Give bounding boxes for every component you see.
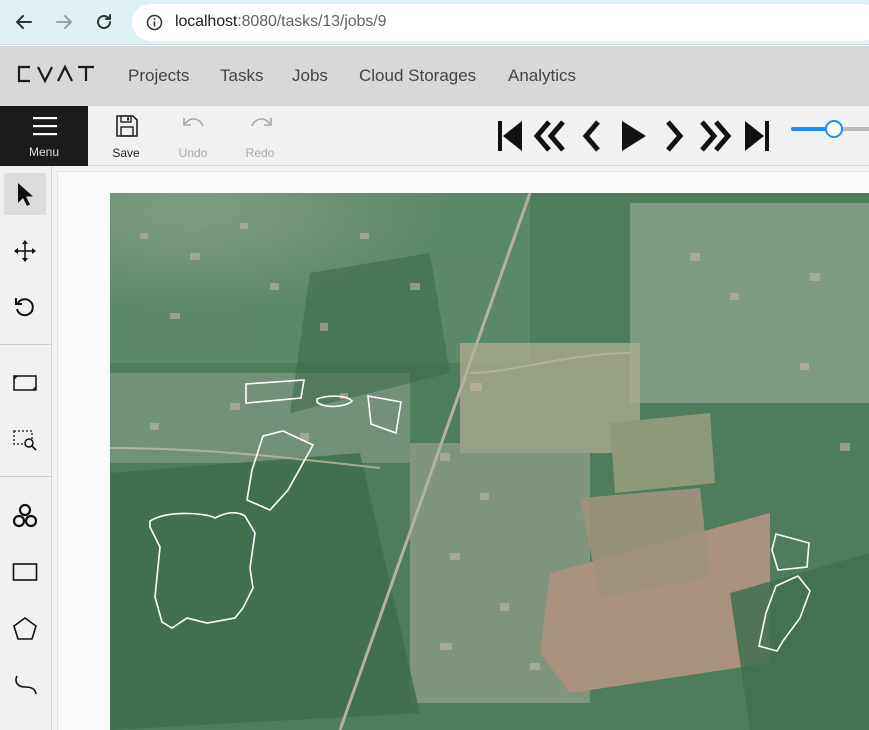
zoom-region-icon — [13, 430, 37, 451]
zoom-region-button[interactable] — [4, 418, 46, 460]
cursor-icon — [18, 183, 33, 206]
menu-label: Menu — [28, 145, 60, 159]
rectangle-tool-button[interactable] — [4, 551, 46, 593]
next-step-button[interactable] — [697, 116, 733, 156]
nav-projects[interactable]: Projects — [128, 66, 189, 86]
back-button[interactable] — [10, 8, 38, 36]
nav-tasks[interactable]: Tasks — [220, 66, 263, 86]
save-label: Save — [112, 146, 140, 160]
cvat-logo-mark — [17, 64, 94, 84]
playback-speed-handle[interactable] — [825, 120, 843, 138]
previous-frame-button[interactable] — [574, 116, 610, 156]
image-frame[interactable] — [110, 193, 869, 730]
rotate-icon — [15, 298, 34, 317]
redo-icon — [251, 118, 272, 127]
undo-icon — [183, 118, 204, 127]
save-button[interactable]: Save — [96, 106, 156, 166]
url-path: :8080/tasks/13/jobs/9 — [237, 13, 387, 30]
url-host: localhost — [175, 13, 238, 30]
first-frame-button[interactable] — [492, 116, 528, 156]
site-info-icon[interactable] — [146, 14, 163, 31]
redo-button[interactable]: Redo — [230, 106, 290, 166]
previous-frame-icon — [582, 120, 600, 152]
last-frame-icon — [745, 121, 769, 151]
browser-toolbar: localhost:8080/tasks/13/jobs/9 — [0, 0, 869, 45]
nav-cloud-storages[interactable]: Cloud Storages — [359, 66, 476, 86]
satellite-image — [110, 193, 869, 730]
address-bar[interactable]: localhost:8080/tasks/13/jobs/9 — [132, 4, 869, 41]
forward-arrow-icon — [56, 15, 72, 29]
opencv-icon — [12, 503, 38, 528]
sidebar-separator — [0, 476, 52, 477]
polyline-tool-button[interactable] — [4, 664, 46, 706]
reload-icon — [97, 14, 111, 29]
nav-jobs[interactable]: Jobs — [292, 66, 328, 86]
forward-button[interactable] — [50, 8, 78, 36]
move-tool-button[interactable] — [4, 230, 46, 272]
app-header: Projects Tasks Jobs Cloud Storages Analy… — [0, 46, 869, 106]
undo-label: Undo — [178, 146, 208, 160]
previous-step-icon — [533, 120, 565, 152]
url-text: localhost:8080/tasks/13/jobs/9 — [175, 13, 386, 31]
back-arrow-icon — [16, 15, 32, 29]
next-frame-button[interactable] — [656, 116, 692, 156]
polyline-icon — [15, 675, 37, 695]
redo-label: Redo — [245, 146, 275, 160]
save-icon — [116, 115, 138, 137]
cursor-tool-button[interactable] — [4, 173, 46, 215]
play-icon — [622, 121, 646, 151]
reload-button[interactable] — [90, 8, 118, 36]
undo-button[interactable]: Undo — [163, 106, 223, 166]
cvat-logo[interactable] — [16, 64, 98, 84]
last-frame-button[interactable] — [739, 116, 775, 156]
move-icon — [14, 240, 36, 262]
play-button[interactable] — [614, 116, 650, 156]
menu-button[interactable]: Menu — [0, 106, 88, 166]
next-frame-icon — [666, 120, 684, 152]
hamburger-icon — [33, 117, 57, 136]
rectangle-icon — [12, 563, 38, 581]
polygon-tool-button[interactable] — [4, 608, 46, 650]
next-step-icon — [700, 120, 732, 152]
first-frame-icon — [498, 121, 522, 151]
polygon-icon — [13, 617, 37, 640]
fit-image-button[interactable] — [4, 362, 46, 404]
annotation-toolbar: Menu Save Undo Redo — [0, 106, 869, 166]
tools-sidebar — [0, 166, 52, 730]
nav-analytics[interactable]: Analytics — [508, 66, 576, 86]
fit-image-icon — [13, 375, 37, 391]
sidebar-separator — [0, 344, 52, 345]
previous-step-button[interactable] — [532, 116, 568, 156]
opencv-tool-button[interactable] — [4, 495, 46, 537]
rotate-tool-button[interactable] — [4, 286, 46, 328]
